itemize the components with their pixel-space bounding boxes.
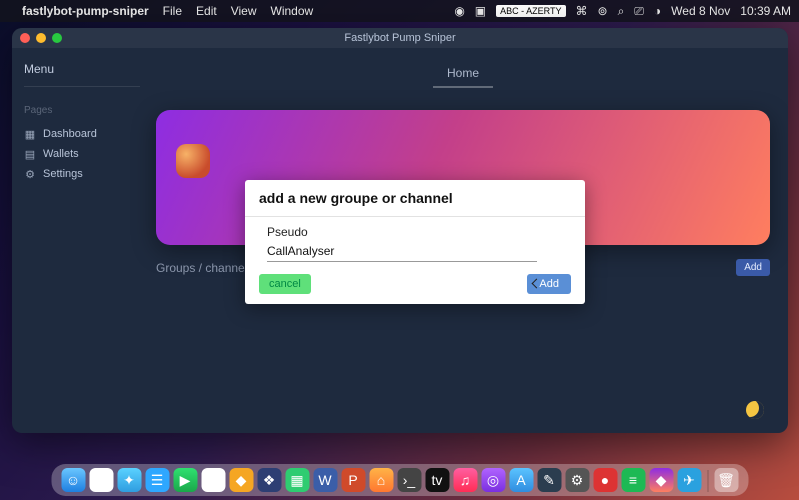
- app-name[interactable]: fastlybot-pump-sniper: [22, 4, 149, 18]
- dock-spotify-icon[interactable]: ≡: [621, 468, 645, 492]
- add-group-button[interactable]: Add: [736, 259, 770, 276]
- menu-edit[interactable]: Edit: [196, 4, 217, 18]
- sidebar-menu-heading: Menu: [24, 62, 140, 87]
- sidebar-item-settings[interactable]: ⚙ Settings: [24, 164, 140, 184]
- wifi-icon[interactable]: ⊚: [598, 4, 608, 18]
- dock-trash-icon[interactable]: 🗑: [714, 468, 738, 492]
- dock-app5-icon[interactable]: ●: [593, 468, 617, 492]
- sidebar-item-wallets[interactable]: ▤ Wallets: [24, 144, 140, 164]
- gear-icon: ⚙: [24, 168, 36, 180]
- macos-menubar: fastlybot-pump-sniper File Edit View Win…: [0, 0, 799, 22]
- dock-excel-icon[interactable]: ▦: [285, 468, 309, 492]
- cancel-button[interactable]: cancel: [259, 274, 311, 294]
- sidebar-item-dashboard[interactable]: ▦ Dashboard: [24, 124, 140, 144]
- date[interactable]: Wed 8 Nov: [671, 4, 730, 18]
- record-icon[interactable]: ◉: [454, 4, 464, 18]
- menu-file[interactable]: File: [163, 4, 182, 18]
- add-group-modal: add a new groupe or channel Pseudo cance…: [245, 180, 585, 304]
- confirm-add-button[interactable]: Add: [527, 274, 571, 294]
- dock-app4-icon[interactable]: ✎: [537, 468, 561, 492]
- window-title: Fastlybot Pump Sniper: [12, 32, 788, 44]
- sidebar: Menu Pages ▦ Dashboard ▤ Wallets ⚙ Setti…: [12, 48, 152, 433]
- control-center-icon[interactable]: ⎚: [634, 4, 644, 19]
- dashboard-icon: ▦: [24, 128, 36, 140]
- input-source[interactable]: ABC - AZERTY: [496, 5, 565, 17]
- time[interactable]: 10:39 AM: [740, 4, 791, 18]
- wallet-icon: ▤: [24, 148, 36, 160]
- search-icon[interactable]: ⌕: [618, 4, 625, 19]
- dock-fastlybot-icon[interactable]: ◆: [649, 468, 673, 492]
- dock-terminal-icon[interactable]: ›_: [397, 468, 421, 492]
- dock-powerpoint-icon[interactable]: P: [341, 468, 365, 492]
- dock-app3-icon[interactable]: ⌂: [369, 468, 393, 492]
- dock-music-icon[interactable]: ♫: [453, 468, 477, 492]
- pseudo-field-label: Pseudo: [267, 225, 563, 239]
- menu-window[interactable]: Window: [271, 4, 314, 18]
- camera-icon[interactable]: ▣: [475, 4, 486, 18]
- dock-safari-icon[interactable]: ✦: [117, 468, 141, 492]
- avatar: [176, 144, 210, 178]
- dock-facetime-icon[interactable]: ▶: [173, 468, 197, 492]
- dock-app2-icon[interactable]: ❖: [257, 468, 281, 492]
- bluetooth-icon[interactable]: ⌘: [576, 4, 588, 18]
- tab-home[interactable]: Home: [433, 60, 493, 88]
- dock-launchpad-icon[interactable]: ⊞: [89, 468, 113, 492]
- dock-podcasts-icon[interactable]: ◎: [481, 468, 505, 492]
- dock-settings-icon[interactable]: ⚙: [565, 468, 589, 492]
- dock-appstore-icon[interactable]: A: [509, 468, 533, 492]
- modal-title: add a new groupe or channel: [245, 180, 585, 217]
- siri-icon[interactable]: ◑: [654, 4, 661, 18]
- menu-view[interactable]: View: [231, 4, 257, 18]
- dock: ☺ ⊞ ✦ ☰ ▶ ◉ ◆ ❖ ▦ W P ⌂ ›_ tv ♫ ◎ A ✎ ⚙ …: [51, 464, 748, 496]
- dock-messages-icon[interactable]: ☰: [145, 468, 169, 492]
- dock-chrome-icon[interactable]: ◉: [201, 468, 225, 492]
- dock-separator: [707, 470, 708, 492]
- dock-app1-icon[interactable]: ◆: [229, 468, 253, 492]
- dock-tv-icon[interactable]: tv: [425, 468, 449, 492]
- titlebar: Fastlybot Pump Sniper: [12, 28, 788, 48]
- sidebar-item-label: Wallets: [43, 148, 79, 160]
- dock-finder-icon[interactable]: ☺: [61, 468, 85, 492]
- sidebar-section-pages: Pages: [24, 105, 140, 116]
- sidebar-item-label: Settings: [43, 168, 83, 180]
- dock-telegram-icon[interactable]: ✈: [677, 468, 701, 492]
- dock-word-icon[interactable]: W: [313, 468, 337, 492]
- sidebar-item-label: Dashboard: [43, 128, 97, 140]
- pseudo-input[interactable]: [267, 241, 537, 262]
- groups-label: Groups / channels: [156, 261, 253, 275]
- theme-toggle-icon[interactable]: [746, 401, 764, 419]
